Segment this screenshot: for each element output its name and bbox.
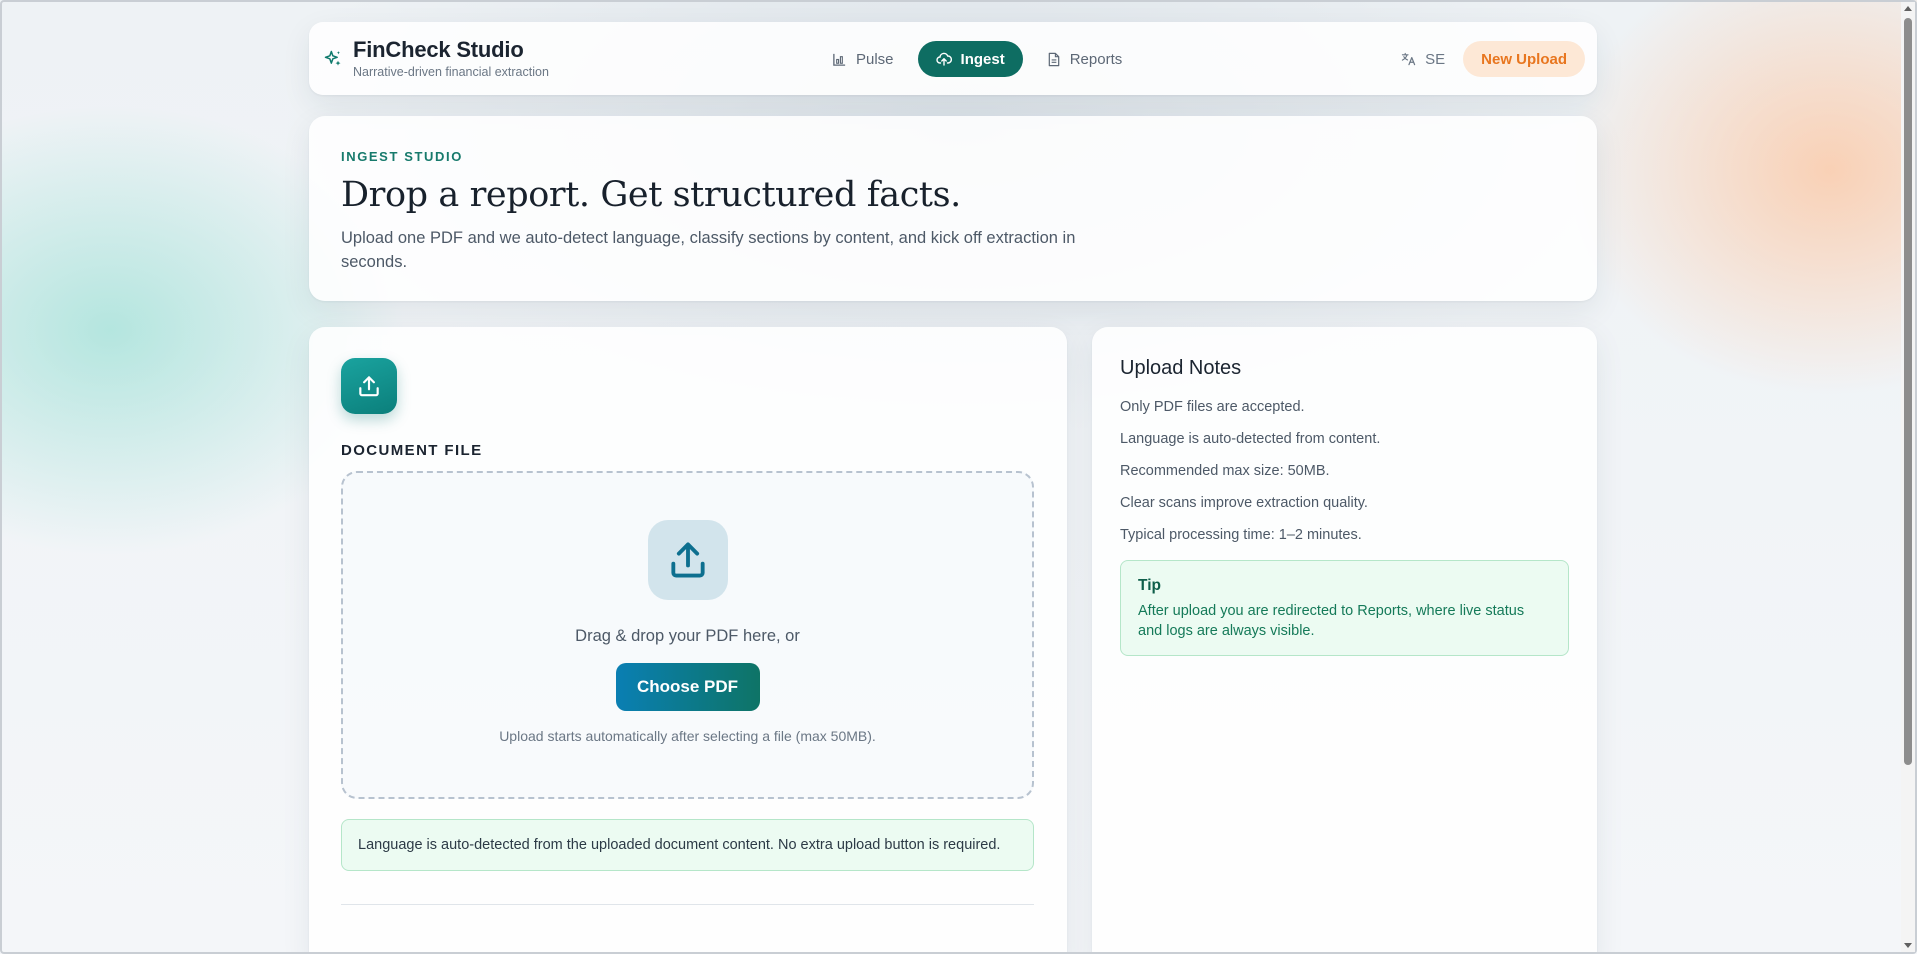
brand-name: FinCheck Studio (353, 37, 524, 62)
language-note: Language is auto-detected from the uploa… (341, 819, 1034, 871)
language-switcher[interactable]: SE (1401, 51, 1445, 68)
file-dropzone[interactable]: Drag & drop your PDF here, or Choose PDF… (341, 471, 1034, 799)
nav-tabs: Pulse Ingest Reports (814, 41, 1146, 77)
brand-tagline: Narrative-driven financial extraction (353, 65, 549, 79)
upload-panel: DOCUMENT FILE Drag & drop your PDF here,… (309, 327, 1067, 954)
tab-pulse-label: Pulse (856, 50, 894, 68)
language-label: SE (1425, 50, 1446, 68)
divider (341, 904, 1034, 905)
sparkles-icon (324, 50, 341, 66)
tip-title: Tip (1138, 577, 1161, 594)
page-title: Drop a report. Get structured facts. (341, 175, 961, 215)
list-item: Language is auto-detected from content. (1120, 431, 1381, 447)
translate-icon (1401, 52, 1416, 66)
brand-text: FinCheck Studio Narrative-driven financi… (353, 37, 549, 79)
scroll-down-icon[interactable] (1904, 943, 1912, 948)
hero-subtitle: Upload one PDF and we auto-detect langua… (341, 229, 1076, 271)
upload-notes-panel: Upload Notes Only PDF files are accepted… (1092, 327, 1597, 954)
list-item: Clear scans improve extraction quality. (1120, 495, 1368, 511)
tab-ingest[interactable]: Ingest (917, 41, 1023, 77)
list-item: Recommended max size: 50MB. (1120, 463, 1330, 479)
cloud-upload-icon (935, 52, 952, 66)
hero-eyebrow: INGEST STUDIO (341, 149, 463, 164)
list-item: Only PDF files are accepted. (1120, 399, 1305, 415)
scroll-up-icon[interactable] (1904, 6, 1912, 11)
brand[interactable]: FinCheck Studio Narrative-driven financi… (323, 37, 549, 79)
nav-actions: SE New Upload (1401, 41, 1585, 77)
tip-text: After upload you are redirected to Repor… (1138, 603, 1525, 639)
choose-pdf-button[interactable]: Choose PDF (615, 663, 760, 711)
tip-box: Tip After upload you are redirected to R… (1120, 560, 1569, 656)
list-item: Typical processing time: 1–2 minutes. (1120, 527, 1362, 543)
upload-notes-title: Upload Notes (1120, 357, 1242, 379)
page-scrollbar[interactable] (1901, 2, 1915, 952)
tab-reports-label: Reports (1069, 50, 1123, 68)
document-icon (1048, 52, 1060, 66)
scrollbar-thumb[interactable] (1904, 18, 1912, 765)
upload-badge (341, 358, 397, 414)
tab-reports[interactable]: Reports (1029, 41, 1141, 77)
upload-icon (670, 542, 705, 578)
dropzone-text: Drag & drop your PDF here, or (575, 627, 800, 645)
top-navbar: FinCheck Studio Narrative-driven financi… (309, 22, 1597, 95)
bar-chart-icon (833, 53, 846, 66)
hero-panel: INGEST STUDIO Drop a report. Get structu… (309, 116, 1597, 301)
dropzone-icon-wrap (647, 520, 728, 600)
upload-icon (359, 376, 379, 397)
new-upload-button[interactable]: New Upload (1463, 41, 1585, 77)
document-file-label: DOCUMENT FILE (341, 442, 483, 459)
dropzone-hint: Upload starts automatically after select… (499, 728, 876, 744)
tab-pulse[interactable]: Pulse (814, 41, 912, 77)
tab-ingest-label: Ingest (960, 50, 1005, 68)
upload-notes-list: Only PDF files are accepted. Language is… (1120, 397, 1569, 557)
